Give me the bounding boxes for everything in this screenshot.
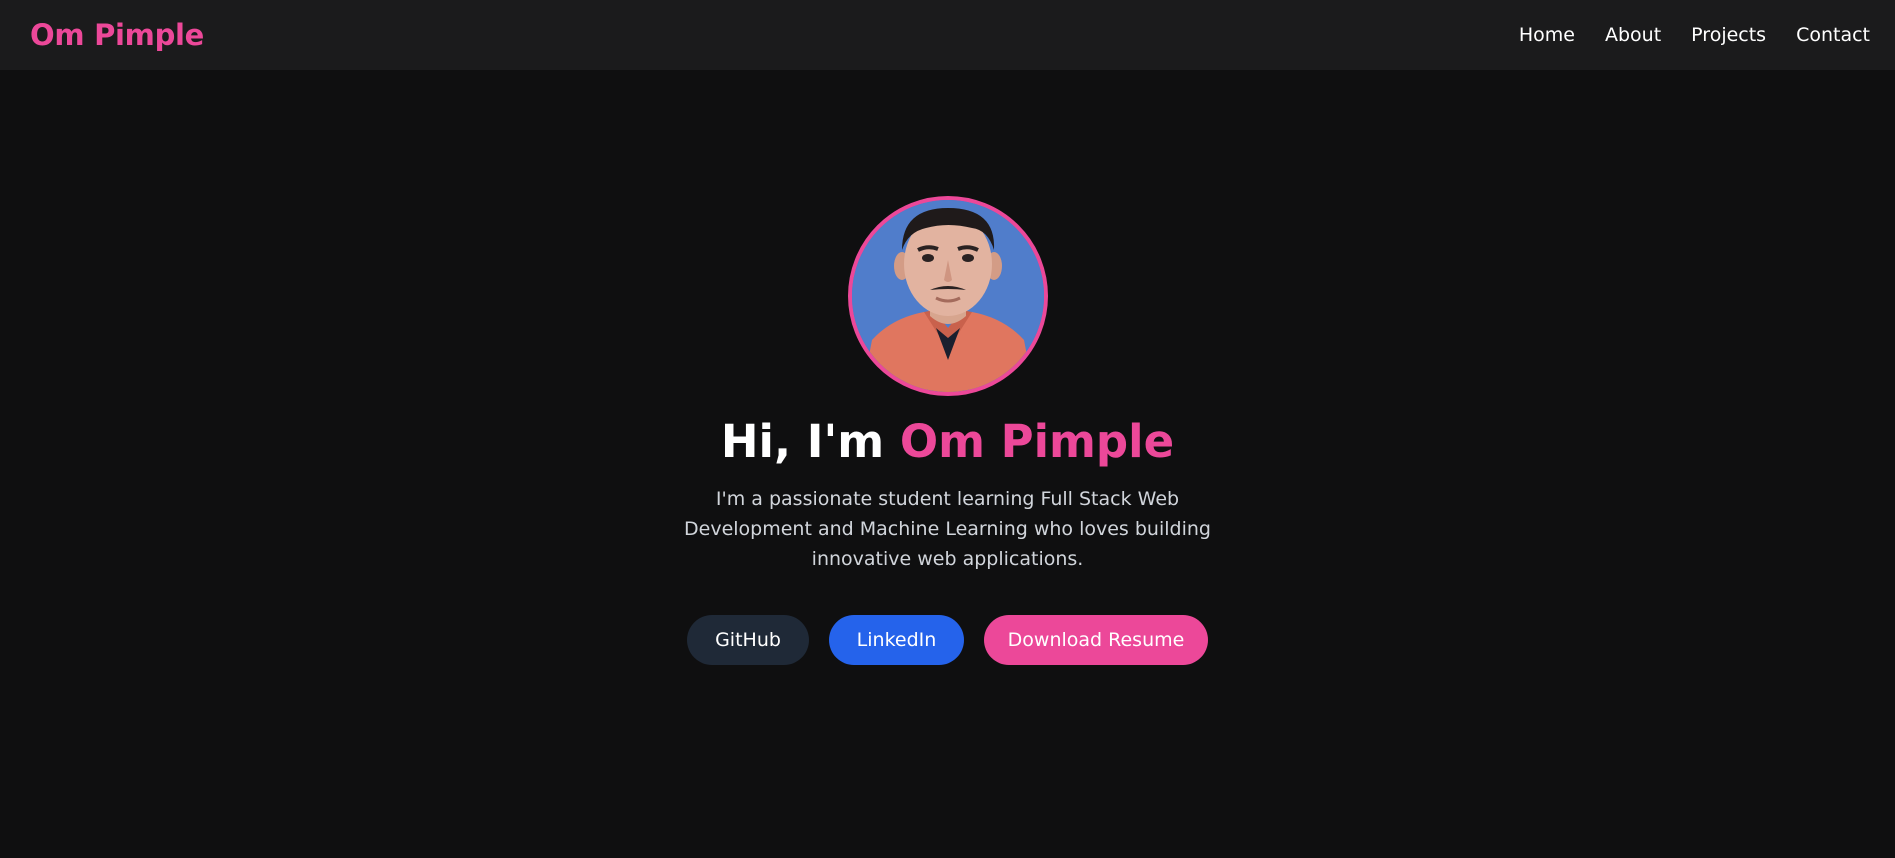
hero-buttons: GitHub LinkedIn Download Resume: [687, 614, 1208, 665]
nav-links: Home About Projects Contact: [1519, 24, 1870, 46]
top-navbar: Om Pimple Home About Projects Contact: [0, 0, 1895, 70]
headline-greeting: Hi, I'm: [720, 415, 900, 468]
linkedin-button[interactable]: LinkedIn: [829, 614, 964, 665]
nav-link-contact[interactable]: Contact: [1796, 24, 1870, 46]
profile-avatar: [847, 196, 1048, 396]
hero-headline: Hi, I'm Om Pimple: [721, 416, 1174, 468]
nav-link-about[interactable]: About: [1605, 24, 1661, 46]
brand-logo[interactable]: Om Pimple: [30, 18, 204, 52]
hero-intro-text: I'm a passionate student learning Full S…: [684, 487, 1211, 570]
github-button[interactable]: GitHub: [687, 614, 809, 665]
nav-link-projects[interactable]: Projects: [1691, 24, 1766, 46]
profile-photo: [851, 200, 1044, 392]
headline-name: Om Pimple: [899, 415, 1175, 468]
hero-section: Hi, I'm Om Pimple I'm a passionate stude…: [0, 70, 1895, 858]
nav-link-home[interactable]: Home: [1519, 24, 1575, 46]
download-resume-button[interactable]: Download Resume: [984, 614, 1208, 665]
